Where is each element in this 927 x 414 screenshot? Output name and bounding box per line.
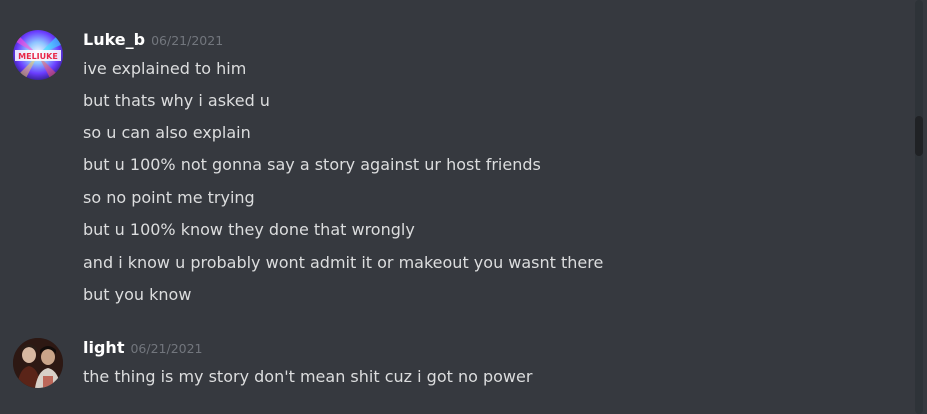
message-header: Luke_b 06/21/2021 [83,30,223,52]
timestamp[interactable]: 06/21/2021 [130,341,202,356]
message-text: but u 100% know they done that wrongly [83,220,415,239]
message-text: ive explained to him [83,59,247,78]
scrollbar-thumb[interactable] [915,116,923,156]
luke-avatar[interactable]: MELIUKE [13,30,63,80]
message-text: and i know u probably wont admit it or m… [83,253,604,272]
light-avatar[interactable] [13,338,63,388]
username[interactable]: Luke_b [83,30,145,49]
message-text: the thing is my story don't mean shit cu… [83,367,533,386]
message-text: but thats why i asked u [83,91,270,110]
message-text: so u can also explain [83,123,251,142]
message-header: light 06/21/2021 [83,338,203,360]
message-text: but you know [83,285,192,304]
message-group-luke: MELIUKE Luke_b 06/21/2021 ive explained t… [0,0,905,320]
username[interactable]: light [83,338,124,357]
luke-avatar-text: MELIUKE [18,52,58,61]
message-group-light: light 06/21/2021 the thing is my story do… [0,320,905,414]
scrollbar-track[interactable] [915,0,923,414]
timestamp[interactable]: 06/21/2021 [151,33,223,48]
message-text: so no point me trying [83,188,255,207]
chat-messages: MELIUKE Luke_b 06/21/2021 ive explained t… [0,0,927,414]
message-text: but u 100% not gonna say a story against… [83,155,541,174]
